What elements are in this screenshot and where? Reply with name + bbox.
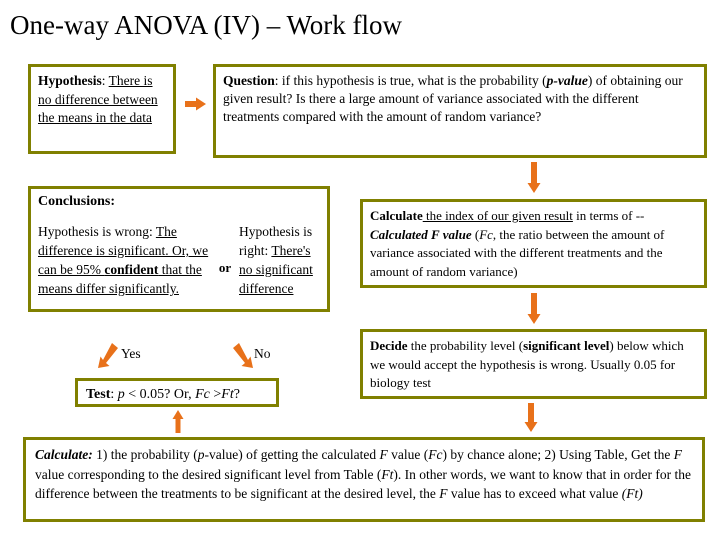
decide-mid: the probability level ( — [407, 338, 524, 353]
decide-box: Decide the probability level (significan… — [360, 329, 707, 399]
branch-label-no: No — [254, 346, 271, 361]
calculate-final-text: Calculate: 1) the probability (p-value) … — [35, 445, 693, 504]
hypothesis-box-content: Hypothesis: There is no difference betwe… — [31, 67, 173, 132]
test-text: Test: p < 0.05? Or, Fc >Ft? — [86, 384, 268, 404]
question-box-content: Question: if this hypothesis is true, wh… — [216, 67, 704, 130]
slide-canvas: One-way ANOVA (IV) – Work flow Hypothesi… — [0, 0, 720, 540]
test-label: Test — [86, 387, 111, 402]
arrow-decide-to-final-icon — [524, 403, 538, 433]
arrow-question-to-calculate-icon — [527, 162, 541, 194]
conclusion-left-option: Hypothesis is wrong: The difference is s… — [38, 222, 211, 298]
hypothesis-text: Hypothesis: There is no difference betwe… — [38, 72, 166, 128]
hypothesis-box: Hypothesis: There is no difference betwe… — [28, 64, 176, 154]
arrow-calculate-to-decide-icon — [527, 293, 541, 325]
test-ft: Ft — [221, 387, 234, 402]
question-box: Question: if this hypothesis is true, wh… — [213, 64, 707, 158]
question-pvalue-emphasis: p-value — [546, 73, 588, 88]
conclusion-left-prefix: Hypothesis is wrong: — [38, 224, 156, 239]
question-text: Question: if this hypothesis is true, wh… — [223, 72, 697, 126]
decide-box-content: Decide the probability level (significan… — [363, 332, 704, 396]
calculate-index-emphasis: Calculated F value — [370, 226, 472, 242]
conclusion-right-option: Hypothesis is right: There's no signific… — [239, 222, 313, 298]
arrow-hypothesis-to-question-icon — [185, 97, 207, 111]
calculate-final-box-content: Calculate: 1) the probability (p-value) … — [26, 440, 702, 509]
calculate-final-part1: 1) the probability ( — [92, 447, 198, 462]
test-box: Test: p < 0.05? Or, Fc >Ft? — [75, 378, 279, 407]
calculate-final-ft1: Ft — [381, 466, 394, 482]
calculate-final-fc: Fc — [428, 447, 443, 462]
calculate-index-box-content: Calculate the index of our given result … — [363, 202, 704, 285]
calculate-final-f2: F — [673, 447, 682, 462]
question-label: Question — [223, 73, 275, 88]
hypothesis-label: Hypothesis — [38, 73, 102, 88]
calculate-final-ft2: (Ft) — [621, 486, 643, 501]
decide-label: Decide — [370, 338, 408, 353]
conclusions-columns: Hypothesis is wrong: The difference is s… — [38, 222, 320, 298]
conclusions-box: Conclusions: Hypothesis is wrong: The di… — [28, 186, 330, 312]
decide-emphasis: significant level — [523, 338, 610, 353]
arrow-no-branch-icon — [231, 343, 253, 374]
calculate-index-label: Calculate — [370, 208, 423, 223]
test-p: p — [117, 387, 125, 402]
calculate-final-label: Calculate: — [35, 447, 93, 462]
calculate-final-f1: F — [379, 447, 388, 462]
test-fc: Fc — [195, 387, 210, 402]
arrow-yes-branch-icon — [98, 343, 120, 374]
decide-text: Decide the probability level (significan… — [370, 337, 697, 393]
test-question-mark: ? — [233, 387, 240, 402]
question-separator: : if this hypothesis is true, what is th… — [274, 73, 547, 88]
calculate-final-part7: value has to exceed what value — [447, 486, 622, 501]
calculate-final-part2: -value) of getting the calculated — [204, 447, 380, 462]
test-cond1: < 0.05? Or, — [124, 387, 196, 402]
arrow-final-to-test-icon — [172, 410, 184, 434]
conclusion-or-separator: or — [218, 260, 232, 275]
calculate-final-box: Calculate: 1) the probability (p-value) … — [23, 437, 705, 522]
conclusions-box-content: Conclusions: Hypothesis is wrong: The di… — [31, 189, 327, 302]
page-title: One-way ANOVA (IV) – Work flow — [10, 10, 403, 40]
test-gt: > — [209, 387, 222, 402]
calculate-index-underlined: the index of our given result — [422, 208, 573, 223]
test-sep: : — [110, 387, 118, 402]
branch-label-yes: Yes — [121, 346, 141, 361]
calculate-index-fc: Fc — [479, 226, 493, 242]
calculate-final-part5: value corresponding to the desired signi… — [35, 466, 382, 482]
calculate-index-mid: in terms of -- — [572, 208, 645, 223]
hypothesis-separator: : — [101, 73, 109, 88]
calculate-index-box: Calculate the index of our given result … — [360, 199, 707, 288]
calculate-index-text: Calculate the index of our given result … — [370, 207, 697, 281]
calculate-final-part3: value ( — [387, 447, 429, 462]
conclusion-left-confident: confident — [104, 262, 159, 277]
calculate-final-part4: ) by chance alone; 2) Using Table, Get t… — [442, 447, 674, 462]
conclusions-heading: Conclusions: — [38, 194, 116, 209]
test-box-content: Test: p < 0.05? Or, Fc >Ft? — [78, 381, 276, 404]
